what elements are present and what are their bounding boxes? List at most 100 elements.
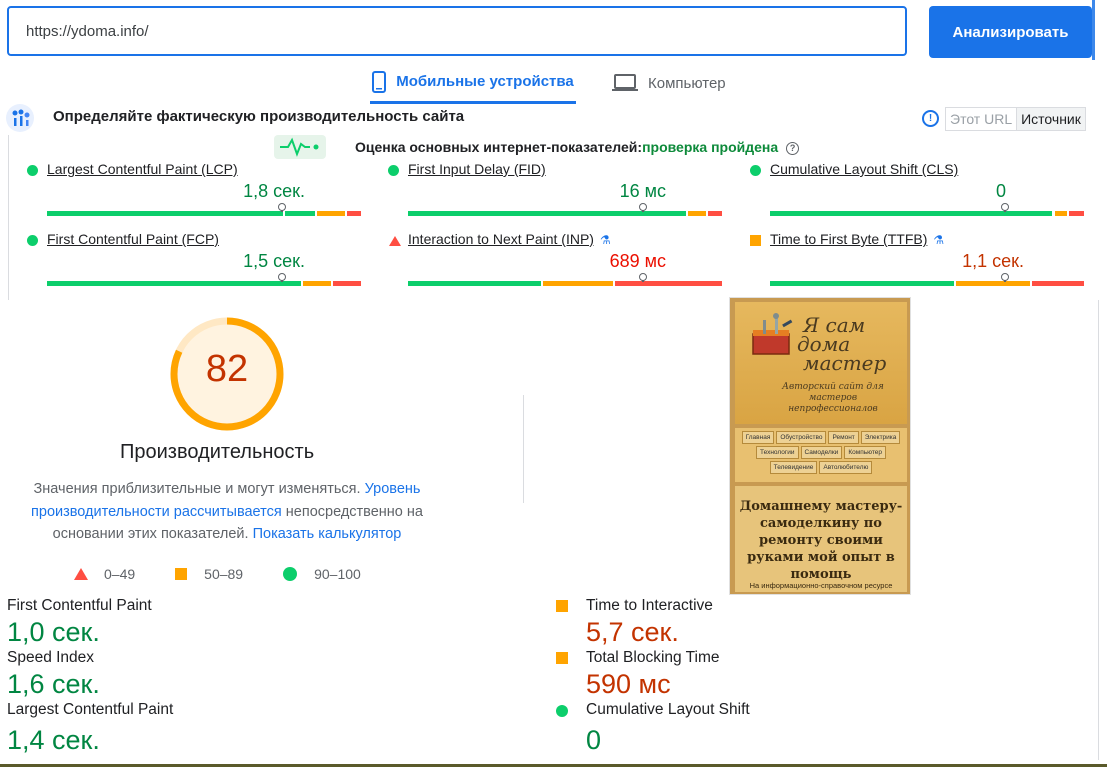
good-dot-icon bbox=[556, 705, 568, 717]
tab-mobile[interactable]: Мобильные устройства bbox=[370, 62, 576, 104]
poor-triangle-icon bbox=[74, 568, 88, 580]
lab-metric-lcp: Largest Contentful Paint 1,4 сек. bbox=[7, 701, 467, 756]
metric-lcp: Largest Contentful Paint (LCP) 1,8 сек. bbox=[27, 161, 361, 221]
percentile-marker bbox=[1001, 203, 1009, 212]
screenshot-brand: Я сам дома мастер bbox=[797, 313, 887, 375]
flask-icon: ⚗ bbox=[933, 233, 945, 247]
metric-label[interactable]: First Contentful Paint (FCP) bbox=[47, 231, 219, 247]
performance-description: Значения приблизительные и могут изменят… bbox=[10, 478, 444, 546]
lab-metric-value: 1,6 сек. bbox=[7, 669, 100, 699]
average-square-icon bbox=[750, 235, 761, 246]
lab-metric-tti: Time to Interactive 5,7 сек. bbox=[556, 597, 1046, 648]
screenshot-headline: Домашнему мастеру-самоделкину по ремонту… bbox=[739, 499, 903, 582]
toggle-this-url[interactable]: Этот URL bbox=[946, 108, 1016, 130]
tab-desktop-label: Компьютер bbox=[648, 74, 726, 92]
screenshot-subtitle: Авторский сайт для мастеров непрофессион… bbox=[782, 382, 884, 414]
performance-score: 82 bbox=[205, 348, 249, 390]
metric-value: 1,1 сек. bbox=[962, 251, 1024, 271]
metric-fcp: First Contentful Paint (FCP) 1,5 сек. bbox=[27, 231, 361, 291]
good-dot-icon bbox=[388, 165, 399, 176]
lab-metric-value: 1,0 сек. bbox=[7, 617, 100, 647]
metric-label[interactable]: First Input Delay (FID) bbox=[408, 161, 546, 177]
metric-value: 689 мс bbox=[609, 251, 666, 271]
tab-desktop[interactable]: Компьютер bbox=[612, 62, 762, 104]
url-field[interactable] bbox=[7, 6, 907, 56]
percentile-marker bbox=[639, 203, 647, 212]
good-dot-icon bbox=[27, 165, 38, 176]
average-square-icon bbox=[556, 600, 568, 612]
lab-metric-name: Time to Interactive bbox=[586, 597, 713, 614]
score-legend: 0–49 50–89 90–100 bbox=[74, 566, 401, 582]
screenshot-nav: Главная Обустройство Ремонт Электрика Техно… bbox=[735, 428, 907, 482]
lab-metric-tbt: Total Blocking Time 590 мс bbox=[556, 649, 1046, 700]
laptop-icon bbox=[612, 74, 638, 91]
field-data-title: Определяйте фактическую производительнос… bbox=[53, 108, 465, 125]
phone-icon bbox=[372, 70, 387, 93]
lab-metric-name: Cumulative Layout Shift bbox=[586, 701, 750, 718]
lab-metric-cls: Cumulative Layout Shift 0 bbox=[556, 701, 1046, 756]
frame-line-left bbox=[8, 135, 9, 300]
metric-value: 1,5 сек. bbox=[243, 251, 305, 271]
distribution-bar bbox=[47, 203, 361, 216]
lab-metric-value: 1,4 сек. bbox=[7, 725, 100, 755]
tab-mobile-label: Мобильные устройства bbox=[396, 73, 574, 90]
metric-value: 1,8 сек. bbox=[243, 181, 305, 201]
poor-triangle-icon bbox=[389, 236, 401, 246]
percentile-marker bbox=[639, 273, 647, 282]
lab-metric-value: 0 bbox=[586, 725, 602, 755]
distribution-bar bbox=[408, 273, 722, 286]
url-input[interactable] bbox=[9, 8, 905, 54]
distribution-bar bbox=[770, 273, 1084, 286]
cwv-assessment: Оценка основных интернет-показателей:про… bbox=[355, 139, 800, 155]
lab-metric-name: Speed Index bbox=[7, 649, 95, 666]
url-origin-toggle[interactable]: Этот URL Источник bbox=[945, 107, 1086, 131]
performance-title: Производительность bbox=[120, 441, 315, 463]
metric-fid: First Input Delay (FID) 16 мс bbox=[388, 161, 722, 221]
percentile-marker bbox=[278, 203, 286, 212]
metric-label[interactable]: Cumulative Layout Shift (CLS) bbox=[770, 161, 958, 177]
lab-metric-value: 590 мс bbox=[586, 669, 671, 699]
toolbox-icon bbox=[752, 313, 793, 355]
frame-line-right bbox=[1098, 300, 1099, 760]
metric-inp: Interaction to Next Paint (INP) ⚗ 689 мс bbox=[388, 231, 722, 291]
toggle-origin[interactable]: Источник bbox=[1016, 108, 1085, 130]
metric-value: 16 мс bbox=[619, 181, 666, 201]
metric-ttfb: Time to First Byte (TTFB) ⚗ 1,1 сек. bbox=[750, 231, 1084, 291]
distribution-bar bbox=[47, 273, 361, 286]
section-divider bbox=[523, 395, 524, 503]
lab-metric-fcp: First Contentful Paint 1,0 сек. bbox=[7, 597, 467, 648]
metric-label[interactable]: Time to First Byte (TTFB) ⚗ bbox=[770, 231, 944, 247]
cwv-assessment-prefix: Оценка основных интернет-показателей: bbox=[355, 139, 643, 155]
metric-value: 0 bbox=[995, 181, 1006, 201]
page-screenshot: Я сам дома мастер Авторский сайт для мас… bbox=[729, 297, 911, 595]
metric-label[interactable]: Largest Contentful Paint (LCP) bbox=[47, 161, 238, 177]
legend-poor: 0–49 bbox=[74, 566, 135, 582]
metric-label[interactable]: Interaction to Next Paint (INP) ⚗ bbox=[408, 231, 611, 247]
lab-metric-value: 5,7 сек. bbox=[586, 617, 679, 647]
lab-metric-si: Speed Index 1,6 сек. bbox=[7, 649, 467, 700]
analyze-button[interactable]: Анализировать bbox=[929, 6, 1092, 58]
average-square-icon bbox=[556, 652, 568, 664]
lab-metric-name: First Contentful Paint bbox=[7, 597, 152, 614]
average-square-icon bbox=[175, 568, 188, 580]
legend-good: 90–100 bbox=[283, 566, 361, 582]
scroll-edge bbox=[1092, 0, 1095, 60]
flask-icon: ⚗ bbox=[599, 233, 611, 247]
info-icon[interactable]: ! bbox=[922, 110, 939, 127]
percentile-marker bbox=[1001, 273, 1009, 282]
help-icon[interactable]: ? bbox=[786, 142, 800, 155]
desc-text-1: Значения приблизительные и могут изменят… bbox=[33, 481, 361, 497]
cwv-pulse-icon bbox=[274, 135, 326, 159]
lab-metric-name: Total Blocking Time bbox=[586, 649, 720, 666]
legend-average: 50–89 bbox=[175, 566, 243, 582]
screenshot-footer: На информационно-справочном ресурсе bbox=[749, 581, 893, 590]
show-calculator-link[interactable]: Показать калькулятор bbox=[253, 526, 402, 542]
lab-metric-name: Largest Contentful Paint bbox=[7, 701, 174, 718]
good-dot-icon bbox=[283, 567, 298, 581]
distribution-bar bbox=[770, 203, 1084, 216]
field-data-icon bbox=[6, 104, 34, 132]
good-dot-icon bbox=[27, 235, 38, 246]
screenshot-body: Домашнему мастеру-самоделкину по ремонту… bbox=[735, 486, 907, 592]
good-dot-icon bbox=[750, 165, 761, 176]
cwv-assessment-status: проверка пройдена bbox=[642, 139, 779, 155]
